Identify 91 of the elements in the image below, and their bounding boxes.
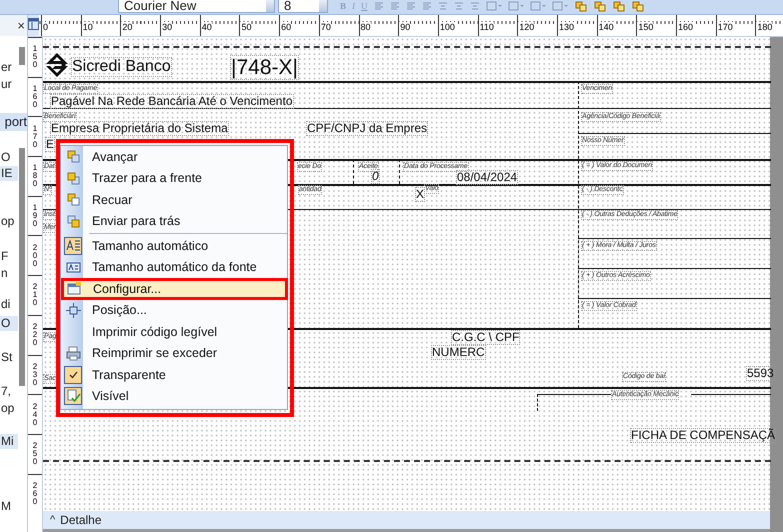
ruler-number: 120	[518, 22, 534, 32]
ruler-number: 150	[32, 45, 38, 70]
ruler-number: 190	[32, 204, 38, 228]
ruler-number: 130	[558, 22, 574, 32]
menu-item[interactable]: Recuar	[62, 189, 286, 210]
ruler-number: 160	[32, 85, 38, 110]
font-dropdown[interactable]: Courier New	[118, 0, 275, 13]
ruler-number: 170	[32, 124, 38, 149]
ruler-number: 110	[478, 22, 494, 32]
layers-icon[interactable]	[632, 1, 644, 12]
ruler-number: 0	[42, 22, 48, 32]
field-value: E	[45, 137, 56, 152]
crosshair-icon	[66, 302, 80, 318]
menu-item[interactable]: Posição...	[62, 300, 286, 321]
printer-icon	[66, 346, 80, 361]
layers-icon[interactable]	[574, 1, 587, 12]
diamond-logo-icon	[46, 53, 68, 77]
ruler-number: 30	[161, 22, 172, 32]
menu-item[interactable]: Tamanho automático da fonte	[62, 256, 286, 278]
layers-icon	[66, 192, 80, 208]
list-item[interactable]: St	[0, 350, 18, 365]
layers-icon[interactable]	[612, 1, 625, 12]
menu-item[interactable]: Transparente	[62, 364, 286, 386]
ruler-number: 80	[360, 22, 371, 32]
menu-item[interactable]: Reimprimir se exceder	[62, 342, 286, 364]
list-item[interactable]: di	[0, 297, 18, 312]
ruler-number: 60	[280, 22, 292, 32]
field-value: CPF/CNPJ da Empres	[306, 121, 428, 136]
list-item[interactable]: n	[0, 266, 18, 281]
ruler-number: 40	[200, 22, 212, 32]
list-item[interactable]: O	[0, 150, 18, 165]
band-title: Detalhe	[60, 513, 102, 527]
ruler-number: 230	[32, 362, 38, 387]
ruler-number: 200	[32, 244, 38, 268]
align-left-icon[interactable]	[374, 1, 384, 11]
ruler-number: 70	[320, 22, 331, 32]
layers-icon	[66, 170, 80, 186]
layers-icon	[66, 149, 80, 164]
field-value: X	[415, 187, 426, 202]
ruler-number: 250	[32, 442, 38, 466]
panel-header[interactable]: port	[0, 113, 27, 131]
bank-code: |748-X|	[230, 55, 299, 80]
window-icon	[66, 281, 82, 296]
field-value: Pagável Na Rede Bancária Até o Vencimento	[50, 94, 294, 110]
list-item[interactable]: IE	[0, 166, 18, 181]
menu-item[interactable]: Trazer para a frente	[62, 168, 286, 189]
ruler-number: 20	[121, 22, 132, 32]
bank-name: Sicredi Banco	[71, 57, 172, 77]
ruler-number: 100	[438, 22, 455, 32]
ruler-number: 260	[32, 482, 38, 506]
layers-icon[interactable]	[594, 1, 606, 12]
field-value: 08/04/2024	[456, 170, 518, 186]
ruler-number: 240	[32, 402, 38, 427]
menu-item[interactable]: Visível	[62, 386, 286, 407]
list-item[interactable]: F	[0, 249, 18, 264]
field-value: NUMERC	[431, 345, 486, 360]
list-item[interactable]: op	[0, 214, 18, 229]
list-item[interactable]: O	[0, 316, 18, 331]
menu-item[interactable]: Tamanho automático	[62, 235, 286, 256]
field-value: Empresa Proprietária do Sistema	[50, 121, 229, 136]
ruler-number: 210	[32, 283, 38, 308]
menu-item[interactable]: Enviar para trás	[62, 210, 286, 232]
ruler-number: 180	[756, 22, 772, 32]
font-size-icon	[66, 260, 80, 275]
caret-icon[interactable]: ^	[50, 514, 56, 526]
size-dropdown[interactable]: 8	[278, 0, 328, 13]
list-item[interactable]: 7,	[0, 384, 18, 399]
list-item[interactable]: M	[0, 499, 18, 514]
ruler-number: 180	[32, 164, 38, 188]
band-header[interactable]: ^ Detalhe	[43, 511, 770, 529]
list-item[interactable]: Mi	[0, 434, 18, 449]
menu-item[interactable]: Imprimir código legível	[62, 321, 286, 342]
scroll-thumb[interactable]	[19, 148, 25, 386]
list-item[interactable]: ur	[0, 77, 18, 92]
ruler-number: 170	[716, 22, 733, 32]
ruler-number: 140	[598, 22, 614, 32]
menu-item[interactable]: Configurar...	[61, 278, 288, 300]
scroll-thumb[interactable]	[19, 47, 25, 65]
field-value: C.G.C \ CPF	[451, 330, 520, 346]
ruler-number: 50	[240, 22, 252, 32]
list-item[interactable]: er	[0, 60, 18, 75]
ruler-number: 150	[637, 22, 654, 32]
ruler-corner-icon[interactable]	[28, 18, 39, 30]
layers-icon	[66, 214, 80, 229]
ruler-number: 10	[82, 22, 93, 32]
ruler-number: 220	[32, 323, 38, 348]
field-value: 0	[371, 169, 380, 184]
ruler-number: 90	[399, 22, 410, 32]
ruler-number: 160	[677, 22, 694, 32]
list-item[interactable]: op	[0, 401, 18, 416]
menu-item[interactable]: Avançar	[62, 146, 286, 168]
